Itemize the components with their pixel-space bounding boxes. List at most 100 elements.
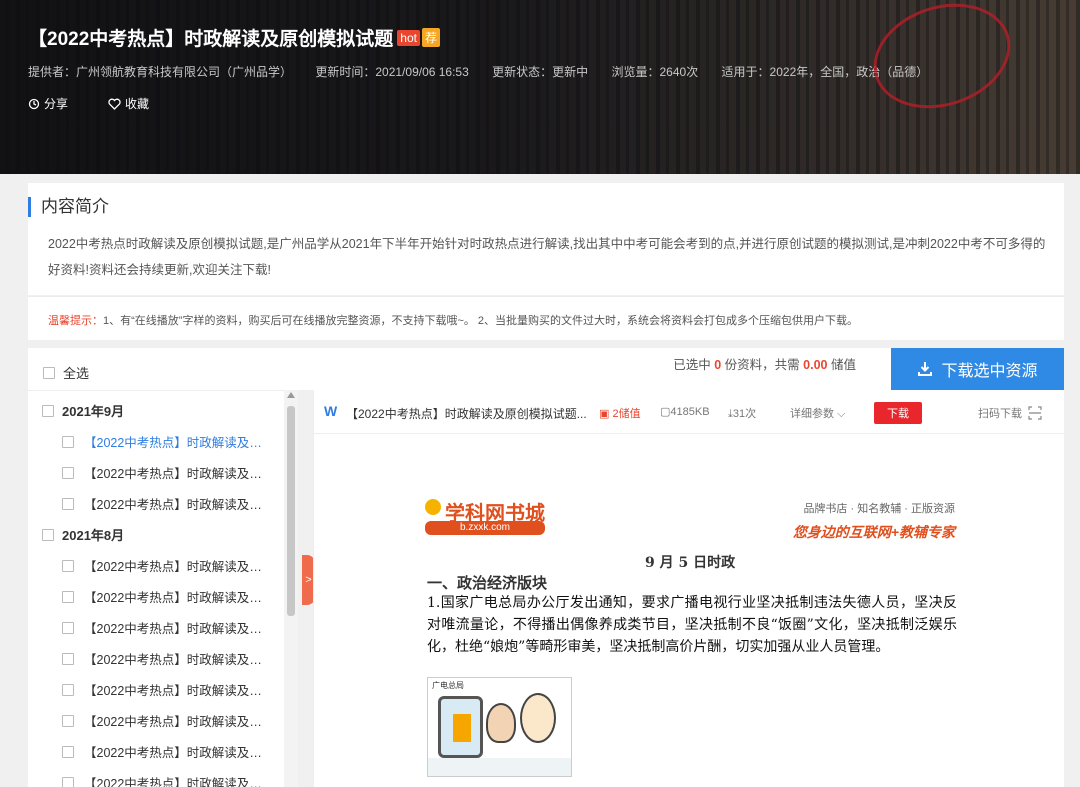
- list-item[interactable]: 【2022中考热点】时政解读及原创...: [62, 587, 274, 606]
- scan-icon: [1028, 406, 1042, 420]
- list-scrollbar[interactable]: [284, 390, 298, 787]
- selected-count: 0: [714, 358, 722, 372]
- doc-section-heading: 一、政治经济版块: [427, 574, 548, 592]
- screen-drawing: [453, 714, 471, 742]
- preview-file-name: 【2022中考热点】时政解读及原创模拟试题...: [346, 407, 587, 421]
- preview-toolbar: W 【2022中考热点】时政解读及原创模拟试题... ▣ 2储值 ▢4185KB…: [314, 390, 1065, 434]
- item-checkbox[interactable]: [62, 652, 74, 665]
- item-title[interactable]: 【2022中考热点】时政解读及原创...: [84, 742, 274, 761]
- item-title[interactable]: 【2022中考热点】时政解读及原创...: [84, 494, 274, 513]
- details-label: 详细参数: [790, 408, 834, 420]
- list-item[interactable]: 【2022中考热点】时政解读及原创...: [62, 494, 274, 513]
- list-item[interactable]: 【2022中考热点】时政解读及原创...: [62, 773, 274, 787]
- preview-panel: W 【2022中考热点】时政解读及原创模拟试题... ▣ 2储值 ▢4185KB…: [313, 390, 1065, 787]
- selection-summary: 已选中 0 份资料，共需 0.00 储值: [673, 354, 856, 373]
- list-item[interactable]: 【2022中考热点】时政解读及原创...: [62, 556, 274, 575]
- list-item[interactable]: 【2022中考热点】时政解读及原创...: [62, 711, 274, 730]
- logo-url: b.zxxk.com: [425, 521, 545, 535]
- download-button[interactable]: 下载: [874, 402, 922, 424]
- item-checkbox[interactable]: [62, 776, 74, 787]
- size-info: ▢4185KB: [660, 405, 710, 418]
- update-status-text: 更新状态：更新中: [492, 65, 589, 79]
- list-item[interactable]: 【2022中考热点】时政解读及原创...: [62, 649, 274, 668]
- heart-icon: [108, 98, 121, 110]
- intro-heading: 内容简介: [28, 197, 109, 217]
- download-selected-label: 下载选中资源: [941, 363, 1038, 380]
- download-selected-button[interactable]: 下载选中资源: [891, 348, 1064, 390]
- item-title[interactable]: 【2022中考热点】时政解读及原创...: [84, 680, 274, 699]
- scroll-up-icon[interactable]: [287, 392, 295, 398]
- list-item[interactable]: 【2022中考热点】时政解读及原创...: [62, 742, 274, 761]
- resource-list: 2021年9月 【2022中考热点】时政解读及原创... 【2022中考热点】时…: [28, 390, 298, 787]
- list-item[interactable]: 【2022中考热点】时政解读及原创...: [62, 618, 274, 637]
- favorite-label: 收藏: [125, 97, 150, 111]
- views-text: 浏览量：2640次: [611, 65, 699, 79]
- selected-label: 已选中: [673, 358, 711, 372]
- selection-bar: 全选 已选中 0 份资料，共需 0.00 储值: [28, 348, 891, 390]
- recommend-badge: 荐: [421, 28, 440, 47]
- group-2021-08[interactable]: 2021年8月: [42, 525, 124, 544]
- doc-cartoon-image: 广电总局: [427, 677, 572, 777]
- scan-label: 扫码下载: [978, 408, 1022, 420]
- item-title[interactable]: 【2022中考热点】时政解读及原创...: [84, 556, 274, 575]
- download-count: ⤓31次: [728, 405, 756, 421]
- select-all-checkbox[interactable]: [43, 366, 55, 379]
- list-item[interactable]: 【2022中考热点】时政解读及原创...: [62, 680, 274, 699]
- share-label: 分享: [44, 97, 69, 111]
- item-checkbox[interactable]: [62, 714, 74, 727]
- word-icon: W: [324, 403, 338, 419]
- currency-label: 储值: [830, 358, 856, 372]
- logo-mascot-icon: [425, 499, 441, 515]
- item-title[interactable]: 【2022中考热点】时政解读及原创...: [84, 618, 274, 637]
- scrollbar-thumb[interactable]: [287, 406, 295, 616]
- item-title[interactable]: 【2022中考热点】时政解读及原创...: [84, 587, 274, 606]
- share-button[interactable]: 分享: [28, 95, 68, 112]
- cartoon-ground: [428, 758, 571, 776]
- item-title[interactable]: 【2022中考热点】时政解读及原创...: [84, 463, 274, 482]
- tip-text: 1、有“在线播放”字样的资料，购买后可在线播放完整资源，不支持下载哦~。 2、当…: [103, 315, 859, 327]
- scan-download[interactable]: 扫码下载: [978, 405, 1042, 421]
- tip-label: 温馨提示：: [48, 315, 103, 327]
- file-icon: ▢: [660, 406, 671, 418]
- banner-actions: 分享 收藏: [28, 95, 149, 112]
- group-checkbox[interactable]: [42, 528, 54, 541]
- size-text: 4185KB: [670, 406, 710, 418]
- details-dropdown[interactable]: 详细参数 ⌵: [790, 405, 845, 421]
- item-checkbox[interactable]: [62, 745, 74, 758]
- cartoon-caption: 广电总局: [432, 681, 464, 690]
- favorite-button[interactable]: 收藏: [108, 95, 149, 112]
- slogan-line-1: 品牌书店 · 知名教辅 · 正版资源: [803, 503, 955, 515]
- group-checkbox[interactable]: [42, 404, 54, 417]
- list-item[interactable]: 【2022中考热点】时政解读及原创...: [62, 463, 274, 482]
- intro-panel: 内容简介 2022中考热点时政解读及原创模拟试题,是广州品学从2021年下半年开…: [28, 183, 1064, 295]
- provider-text: 提供者：广州领航教育科技有限公司（广州品学）: [28, 65, 293, 79]
- header-banner: 【2022中考热点】时政解读及原创模拟试题 hot 荐 提供者：广州领航教育科技有限…: [0, 0, 1080, 174]
- slogan-block: 品牌书店 · 知名教辅 · 正版资源 您身边的互联网+教辅专家: [745, 500, 955, 545]
- item-title[interactable]: 【2022中考热点】时政解读及原创...: [84, 773, 274, 787]
- item-checkbox[interactable]: [62, 435, 74, 448]
- item-checkbox[interactable]: [62, 683, 74, 696]
- update-time-text: 更新时间：2021/09/06 16:53: [315, 65, 469, 79]
- item-title[interactable]: 【2022中考热点】时政解读及原创...: [84, 432, 274, 451]
- select-all-label: 全选: [63, 366, 90, 381]
- item-title[interactable]: 【2022中考热点】时政解读及原创...: [84, 649, 274, 668]
- group-label: 2021年9月: [62, 404, 125, 419]
- item-checkbox[interactable]: [62, 497, 74, 510]
- doc-date-heading: 9 月 5 日时政: [645, 555, 736, 571]
- resource-meta: 提供者：广州领航教育科技有限公司（广州品学） 更新时间：2021/09/06 1…: [28, 63, 948, 80]
- page-title-text: 【2022中考热点】时政解读及原创模拟试题: [28, 29, 394, 50]
- select-all[interactable]: 全选: [43, 363, 89, 382]
- item-checkbox[interactable]: [62, 590, 74, 603]
- item-checkbox[interactable]: [62, 559, 74, 572]
- doc-paragraph: 1.国家广电总局办公厅发出通知，要求广播电视行业坚决抵制违法失德人员，坚决反对唯…: [427, 595, 957, 655]
- page-title: 【2022中考热点】时政解读及原创模拟试题 hot 荐: [28, 24, 440, 51]
- item-checkbox[interactable]: [62, 466, 74, 479]
- group-2021-09[interactable]: 2021年9月: [42, 401, 124, 420]
- list-item[interactable]: 【2022中考热点】时政解读及原创...: [62, 432, 274, 451]
- download-count-text: 31次: [732, 408, 757, 420]
- item-title[interactable]: 【2022中考热点】时政解读及原创...: [84, 711, 274, 730]
- figure-drawing: [486, 703, 516, 743]
- price-info: ▣ 2储值: [599, 405, 641, 421]
- share-icon: [28, 98, 40, 109]
- item-checkbox[interactable]: [62, 621, 74, 634]
